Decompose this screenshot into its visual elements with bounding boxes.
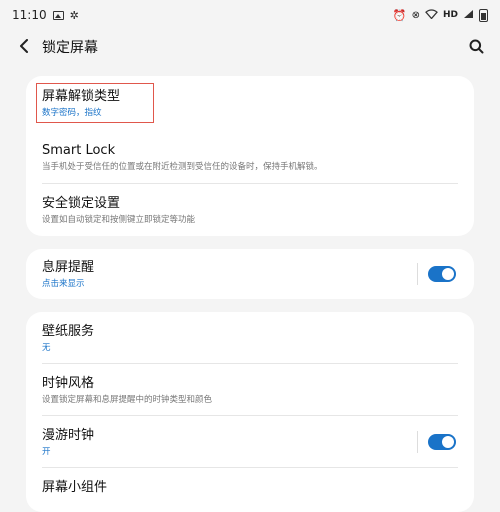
- lockscreen-style-card: 壁纸服务 无 时钟风格 设置锁定屏幕和息屏提醒中的时钟类型和颜色 漫游时钟 开 …: [26, 312, 474, 512]
- app-bar: 锁定屏幕: [0, 30, 500, 62]
- alarm-icon: ⏰: [392, 8, 407, 22]
- pinwheel-icon: ✲: [69, 8, 79, 22]
- mute-icon: ⊗: [411, 9, 420, 21]
- back-arrow-icon: [20, 39, 28, 53]
- highlight-box: [36, 83, 154, 123]
- item-title: 安全锁定设置: [42, 196, 121, 211]
- item-subtitle: 设置锁定屏幕和息屏提醒中的时钟类型和颜色: [42, 395, 213, 405]
- status-bar: 11:10 ✲ ⏰ ⊗ HD: [0, 0, 500, 30]
- item-subtitle: 无: [42, 343, 51, 353]
- item-subtitle: 点击来显示: [42, 279, 85, 289]
- item-title: 漫游时钟: [42, 428, 95, 443]
- item-title: 时钟风格: [42, 376, 95, 391]
- vertical-separator: [417, 431, 418, 453]
- search-icon: [469, 39, 483, 53]
- always-on-display-toggle[interactable]: [428, 266, 456, 282]
- item-subtitle: 开: [42, 447, 51, 457]
- hd-label: HD: [442, 10, 458, 20]
- clock-style-item[interactable]: 时钟风格 设置锁定屏幕和息屏提醒中的时钟类型和颜色: [26, 364, 474, 416]
- toggle-wrap: [417, 263, 456, 285]
- always-on-display-item[interactable]: 息屏提醒 点击来显示: [26, 249, 474, 299]
- wifi-icon: [425, 8, 438, 22]
- item-title: 壁纸服务: [42, 324, 95, 339]
- search-button[interactable]: [466, 36, 486, 56]
- smart-lock-item[interactable]: Smart Lock 当手机处于受信任的位置或在附近检测到受信任的设备时，保持手…: [26, 131, 474, 184]
- roaming-clock-toggle[interactable]: [428, 434, 456, 450]
- screen-widgets-item[interactable]: 屏幕小组件: [26, 468, 474, 512]
- signal-icon: [463, 9, 474, 22]
- vertical-separator: [417, 263, 418, 285]
- status-time: 11:10: [12, 8, 47, 22]
- gallery-icon: [52, 10, 64, 20]
- toggle-wrap: [417, 431, 456, 453]
- aod-card: 息屏提醒 点击来显示: [26, 249, 474, 299]
- battery-icon: [479, 8, 488, 22]
- item-title: Smart Lock: [42, 143, 116, 158]
- item-title: 屏幕小组件: [42, 480, 108, 495]
- item-subtitle: 设置如自动锁定和按侧键立即锁定等功能: [42, 215, 196, 225]
- secure-lock-settings-item[interactable]: 安全锁定设置 设置如自动锁定和按侧键立即锁定等功能: [26, 184, 474, 236]
- item-subtitle: 当手机处于受信任的位置或在附近检测到受信任的设备时，保持手机解锁。: [42, 162, 323, 172]
- status-right: ⏰ ⊗ HD: [392, 8, 488, 22]
- status-left: 11:10 ✲: [12, 8, 79, 22]
- wallpaper-services-item[interactable]: 壁纸服务 无: [26, 312, 474, 364]
- page-title: 锁定屏幕: [42, 40, 98, 56]
- back-button[interactable]: [14, 36, 34, 56]
- item-title: 息屏提醒: [42, 260, 95, 275]
- roaming-clock-item[interactable]: 漫游时钟 开: [26, 416, 474, 468]
